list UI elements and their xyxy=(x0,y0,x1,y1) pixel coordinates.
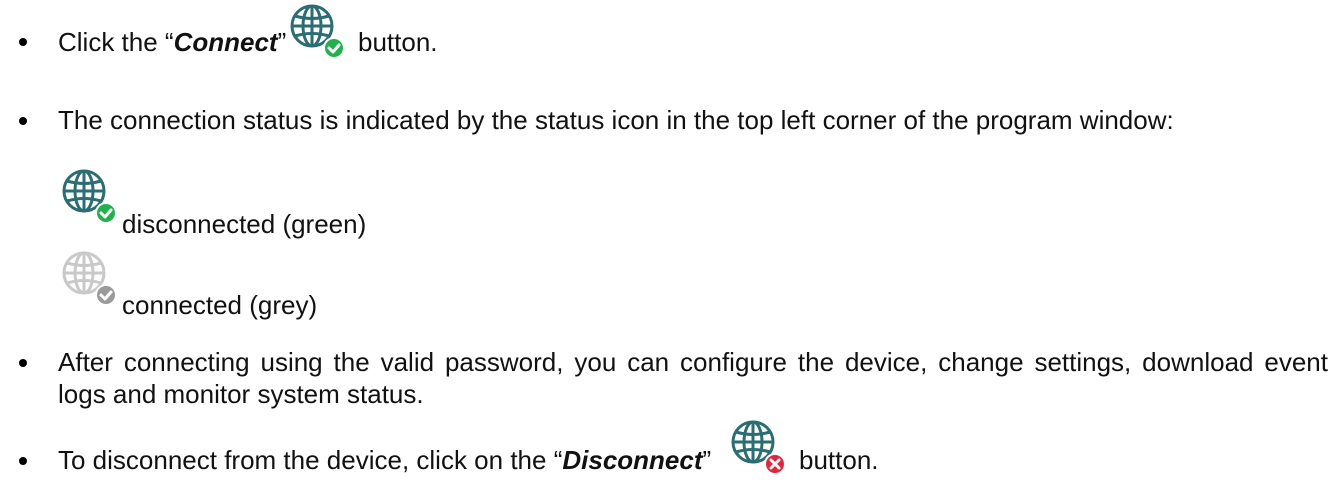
globe-connect-icon xyxy=(290,4,345,59)
disconnect-instruction: To disconnect from the device, click on … xyxy=(58,445,712,475)
status-grey-label: connected (grey) xyxy=(122,290,318,320)
globe-green-icon xyxy=(62,169,117,224)
bullet xyxy=(19,359,27,367)
connect-instruction-end: button. xyxy=(358,27,438,57)
connect-instruction: Click the “Connect” xyxy=(58,27,287,57)
globe-grey-icon xyxy=(62,251,117,306)
status-green-label: disconnected (green) xyxy=(122,209,367,239)
connect-label: Connect xyxy=(173,27,278,57)
bullet xyxy=(19,117,27,125)
status-description: The connection status is indicated by th… xyxy=(58,105,1174,135)
globe-disconnect-icon xyxy=(731,420,786,475)
bullet xyxy=(19,457,27,465)
disconnect-label: Disconnect xyxy=(562,445,703,475)
after-connect-description: After connecting using the valid passwor… xyxy=(58,347,1328,409)
bullet xyxy=(19,38,27,46)
disconnect-instruction-end: button. xyxy=(799,445,879,475)
document-page: { "item1": { "prefix": "Click the \u201c… xyxy=(0,0,1344,489)
